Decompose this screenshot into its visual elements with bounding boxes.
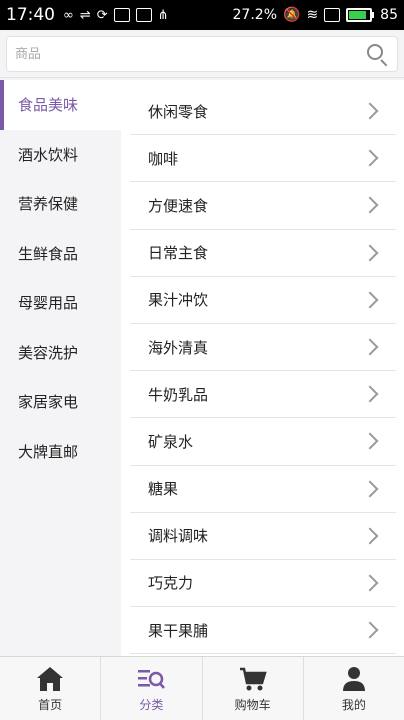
list-item[interactable]: 糖果 <box>130 466 396 513</box>
usb-icon: ⇌ <box>79 7 91 23</box>
wifi-icon: ≋ <box>306 7 319 23</box>
chevron-right-icon <box>361 338 379 356</box>
list-item[interactable]: 果干果脯 <box>130 607 396 655</box>
list-item-label: 咖啡 <box>148 149 179 168</box>
subcategory-panel: 休闲零食 咖啡 方便速食 日常主食 果汁冲饮 海外清真 牛奶乳品 矿泉水 糖果 … <box>121 80 404 656</box>
list-item-label: 果干果脯 <box>148 621 209 640</box>
chevron-right-icon <box>361 432 379 450</box>
chevron-right-icon <box>361 196 379 214</box>
mute-icon: 🔕 <box>283 7 301 23</box>
sidebar-item-home[interactable]: 家居家电 <box>0 377 121 427</box>
sidebar-item-label: 母婴用品 <box>18 294 79 313</box>
chevron-right-icon <box>361 527 379 545</box>
list-item-label: 牛奶乳品 <box>148 385 209 404</box>
sidebar-item-beauty[interactable]: 美容洗护 <box>0 328 121 378</box>
list-item-label: 糖果 <box>148 480 179 499</box>
nav-category[interactable]: 分类 <box>101 657 203 720</box>
list-item-label: 巧克力 <box>148 574 194 593</box>
nav-home[interactable]: 首页 <box>0 657 102 720</box>
search-input[interactable] <box>15 46 365 62</box>
nav-profile-label: 我的 <box>341 698 366 712</box>
list-item-label: 日常主食 <box>148 244 209 263</box>
list-item[interactable]: 果汁冲饮 <box>130 277 396 324</box>
chevron-right-icon <box>361 385 379 403</box>
status-bar: 17:40 ∞ ⇌ ⟳ ⋔ 27.2% 🔕 ≋ 85 <box>0 0 404 30</box>
search-bar <box>0 30 404 78</box>
cart-icon <box>239 667 267 691</box>
user-icon <box>342 667 365 691</box>
list-item-label: 矿泉水 <box>148 432 194 451</box>
list-item-label: 果汁冲饮 <box>148 291 209 310</box>
nav-profile[interactable]: 我的 <box>304 657 404 720</box>
chevron-right-icon <box>361 574 379 592</box>
nav-cart[interactable]: 购物车 <box>203 657 304 720</box>
list-item[interactable]: 方便速食 <box>130 182 396 230</box>
chevron-right-icon <box>361 149 379 167</box>
category-icon <box>138 670 166 689</box>
nav-home-label: 首页 <box>38 698 63 712</box>
sync-icon: ⟳ <box>96 7 108 23</box>
sidebar-item-health[interactable]: 营养保健 <box>0 179 121 229</box>
sidebar-item-label: 美容洗护 <box>18 343 79 362</box>
sidebar-item-label: 食品美味 <box>18 96 79 115</box>
list-item[interactable]: 日常主食 <box>130 230 396 277</box>
battery-level: 85 <box>380 7 398 23</box>
sidebar-item-label: 生鲜食品 <box>18 244 79 263</box>
sidebar-item-fresh[interactable]: 生鲜食品 <box>0 229 121 279</box>
sidebar-item-label: 酒水饮料 <box>18 145 79 164</box>
share-icon: ⋔ <box>157 7 169 23</box>
chevron-right-icon <box>361 102 379 120</box>
sidebar-item-label: 家居家电 <box>18 393 79 412</box>
nav-cart-label: 购物车 <box>234 698 271 712</box>
list-item[interactable]: 牛奶乳品 <box>130 371 396 419</box>
battery-icon <box>346 8 375 22</box>
list-item-label: 调料调味 <box>148 527 209 546</box>
window-icon <box>324 8 341 22</box>
chevron-right-icon <box>361 621 379 639</box>
sidebar-item-baby[interactable]: 母婴用品 <box>0 278 121 328</box>
home-icon <box>37 667 64 691</box>
sidebar-item-label: 大牌直邮 <box>18 442 79 461</box>
upload-icon <box>135 8 152 22</box>
bottom-nav: 首页 分类 购物车 我的 <box>0 656 404 720</box>
message-icon <box>113 8 130 22</box>
sidebar-item-drinks[interactable]: 酒水饮料 <box>0 130 121 180</box>
search-box[interactable] <box>6 36 398 72</box>
chevron-right-icon <box>361 291 379 309</box>
battery-percent-text: 27.2% <box>232 7 277 23</box>
chevron-right-icon <box>361 480 379 498</box>
sidebar-item-food[interactable]: 食品美味 <box>0 80 121 130</box>
list-item-label: 休闲零食 <box>148 102 209 121</box>
list-item[interactable]: 海外清真 <box>130 324 396 372</box>
list-item-label: 方便速食 <box>148 196 209 215</box>
subcategory-list: 休闲零食 咖啡 方便速食 日常主食 果汁冲饮 海外清真 牛奶乳品 矿泉水 糖果 … <box>130 88 396 655</box>
list-item[interactable]: 调料调味 <box>130 513 396 560</box>
sidebar-item-direct-mail[interactable]: 大牌直邮 <box>0 427 121 477</box>
list-item[interactable]: 矿泉水 <box>130 418 396 466</box>
search-icon[interactable] <box>365 42 389 67</box>
infinity-icon: ∞ <box>63 7 74 23</box>
sidebar-item-label: 营养保健 <box>18 195 79 214</box>
list-item-label: 海外清真 <box>148 338 209 357</box>
list-item[interactable]: 巧克力 <box>130 560 396 608</box>
status-time: 17:40 <box>6 5 55 25</box>
nav-category-label: 分类 <box>139 698 164 712</box>
chevron-right-icon <box>361 244 379 262</box>
list-item[interactable]: 咖啡 <box>130 135 396 183</box>
list-item[interactable]: 休闲零食 <box>130 88 396 136</box>
category-sidebar: 食品美味 酒水饮料 营养保健 生鲜食品 母婴用品 美容洗护 家居家电 大牌直邮 <box>0 80 121 656</box>
